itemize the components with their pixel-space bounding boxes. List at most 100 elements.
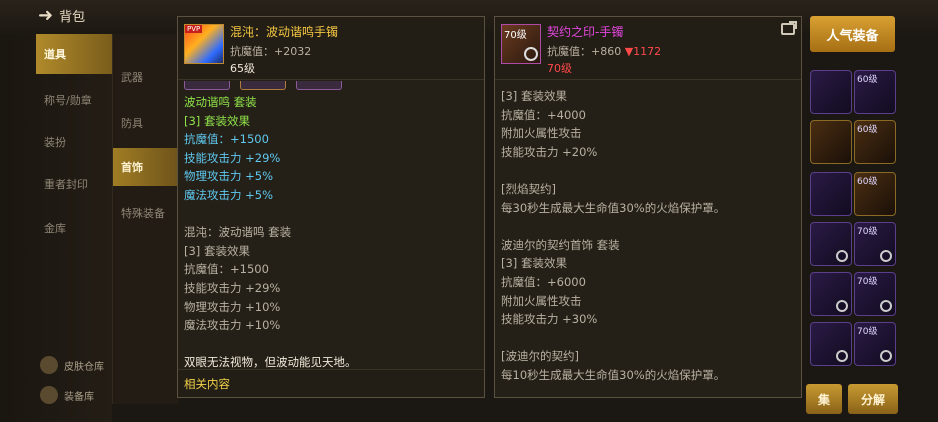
sub-item-accessory[interactable]: 首饰 (113, 148, 179, 186)
popular-equipment-button[interactable]: 人气装备 (810, 16, 895, 52)
locked-icon (836, 350, 848, 362)
description-line: [烈焰契约] (501, 181, 556, 196)
description-line: 附加火属性攻击 (501, 293, 582, 308)
slot-level: 70级 (857, 227, 878, 237)
inventory-slot[interactable]: 60级 (854, 70, 896, 114)
locked-icon (880, 250, 892, 262)
description-line: [3] 套装效果 (184, 243, 250, 258)
inventory-slot[interactable]: 70级 (854, 222, 896, 266)
skin-storage-label: 皮肤仓库 (64, 361, 104, 373)
stat-diff: ▼1172 (624, 45, 662, 58)
sub-item-special[interactable]: 特殊装备 (113, 194, 179, 232)
socket (296, 81, 342, 90)
partial-button[interactable]: 集 (806, 384, 842, 414)
inventory-slot[interactable] (810, 120, 852, 164)
description-line: 每30秒生成最大生命值30%的火焰保护罩。 (501, 200, 726, 215)
description-line: 附加火属性攻击 (501, 126, 582, 141)
tooltip-header: PVP 混沌：波动谐鸣手镯 抗魔值：+2032 65级 (178, 17, 484, 80)
locked-icon (836, 300, 848, 312)
description-line (501, 329, 725, 348)
description-line: 抗魔值：+4000 (501, 107, 586, 122)
inventory-slot[interactable]: 70级 (854, 272, 896, 316)
description-line: 魔法攻击力 +10% (184, 318, 281, 333)
equipment-library-icon (40, 386, 58, 404)
tooltip-header: 70级 契约之印-手镯 抗魔值：+860 ▼1172 70级 (495, 17, 801, 80)
inventory-slot[interactable]: 60级 (854, 120, 896, 164)
inventory-slot[interactable]: 60级 (854, 172, 896, 216)
locked-icon (836, 250, 848, 262)
bracelet-icon: PVP (184, 24, 224, 64)
sub-item-weapon[interactable]: 武器 (113, 58, 179, 96)
description-line: 技能攻击力 +30% (501, 312, 598, 327)
item-level: 65级 (230, 62, 255, 75)
description-line: [波迪尔的契约] (501, 349, 579, 364)
item-description: [3] 套装效果 抗魔值：+4000 附加火属性攻击 技能攻击力 +20% [烈焰契约]… (501, 87, 725, 385)
pvp-badge: PVP (185, 25, 203, 33)
nav-item-label: 装扮 (44, 136, 66, 149)
back-label: 背包 (59, 10, 86, 25)
unusable-icon (524, 47, 538, 61)
nav-item-vault[interactable]: 金库 (36, 208, 112, 248)
item-level: 70级 (547, 62, 572, 75)
equipment-library-label: 装备库 (64, 391, 94, 403)
description-line: [3] 套装效果 (501, 89, 567, 103)
description-line (184, 335, 357, 354)
sub-item-label: 武器 (121, 71, 143, 84)
inventory-slot[interactable] (810, 70, 852, 114)
description-line: 物理攻击力 +5% (184, 169, 274, 184)
back-button[interactable]: ➜ 背包 (38, 6, 85, 25)
description-line (501, 217, 725, 236)
inventory-slot[interactable]: 70级 (854, 322, 896, 366)
stat-value: 抗魔值：+860 (547, 45, 622, 58)
sub-item-label: 首饰 (121, 161, 143, 174)
description-line: 波动谐鸣 套装 (184, 95, 257, 109)
inventory-grid: 60级 60级 60级 70级 70级 70级 (808, 60, 900, 380)
skin-storage-icon (40, 356, 58, 374)
nav-item-label: 道具 (44, 48, 66, 61)
nav-item-props[interactable]: 道具 (36, 34, 112, 74)
socket (240, 81, 286, 90)
nav-item-label: 金库 (44, 222, 66, 235)
slot-level: 70级 (857, 277, 878, 287)
slot-level: 60级 (857, 125, 878, 135)
inventory-slot[interactable] (810, 172, 852, 216)
nav-item-label: 称号/勋章 (44, 94, 92, 107)
sub-item-label: 特殊装备 (121, 207, 165, 220)
item-description: 波动谐鸣 套装 [3] 套装效果 抗魔值：+1500 技能攻击力 +29% 物理攻击力 … (184, 93, 357, 372)
nav-item-seal[interactable]: 重者封印 (36, 164, 112, 204)
description-line: [3] 套装效果 (501, 256, 567, 271)
related-content-label: 相关内容 (184, 376, 230, 391)
disassemble-button[interactable]: 分解 (848, 384, 898, 414)
skin-storage-button[interactable]: 皮肤仓库 (40, 356, 104, 374)
description-line: 技能攻击力 +29% (184, 150, 281, 165)
inventory-slot[interactable] (810, 272, 852, 316)
nav-item-avatar[interactable]: 装扮 (36, 122, 112, 162)
related-content-link[interactable]: 相关内容 (178, 369, 484, 397)
locked-icon (880, 350, 892, 362)
description-line: 技能攻击力 +29% (184, 280, 281, 295)
description-line: 每10秒生成最大生命值30%的火焰保护罩。 (501, 367, 726, 382)
locked-icon (880, 300, 892, 312)
description-line: 物理攻击力 +10% (184, 299, 281, 314)
slot-level: 60级 (857, 177, 878, 187)
description-line: 技能攻击力 +20% (501, 144, 598, 159)
description-line: 魔法攻击力 +5% (184, 187, 274, 202)
sub-item-armor[interactable]: 防具 (113, 104, 179, 142)
inventory-slot[interactable] (810, 222, 852, 266)
socket (184, 81, 230, 90)
bracelet-icon: 70级 (501, 24, 541, 64)
item-name: 契约之印-手镯 (547, 25, 624, 39)
inventory-slot[interactable] (810, 322, 852, 366)
nav-item-titles[interactable]: 称号/勋章 (36, 80, 112, 120)
description-line: 波迪尔的契约首饰 套装 (501, 237, 620, 252)
item-tooltip-compare: 70级 契约之印-手镯 抗魔值：+860 ▼1172 70级 [3] 套装效果抗… (494, 16, 802, 398)
icon-level: 70级 (504, 30, 527, 41)
item-name: 混沌：波动谐鸣手镯 (230, 25, 339, 39)
slot-level: 60级 (857, 75, 878, 85)
share-icon[interactable] (781, 21, 797, 35)
sub-item-label: 防具 (121, 117, 143, 130)
equipment-library-button[interactable]: 装备库 (40, 386, 94, 404)
description-line: 混沌：波动谐鸣 套装 (184, 225, 292, 240)
description-line (184, 205, 357, 224)
sub-nav: 武器 防具 首饰 特殊装备 (112, 34, 179, 404)
